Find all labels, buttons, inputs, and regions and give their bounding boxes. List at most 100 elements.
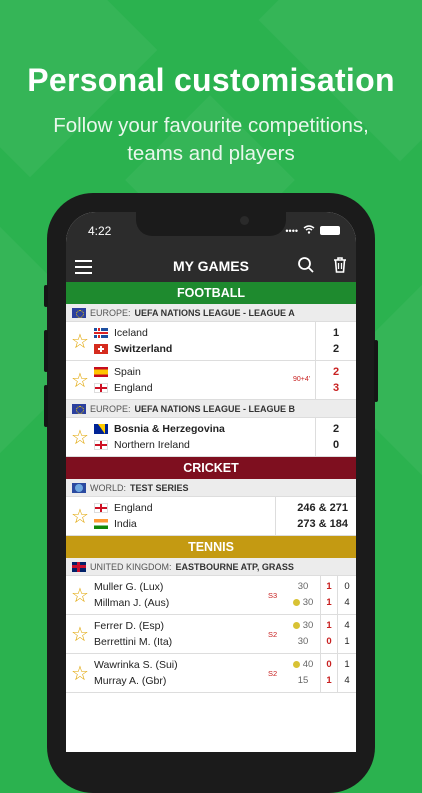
match-row[interactable]: ☆ Ferrer D. (Esp) Berrettini M. (Ita) S2… bbox=[66, 615, 356, 654]
star-icon[interactable]: ☆ bbox=[66, 322, 94, 360]
competition-region: WORLD: bbox=[90, 482, 126, 493]
switzerland-flag-icon bbox=[94, 344, 108, 354]
europe-flag-icon bbox=[72, 403, 86, 414]
current-set: S2 bbox=[268, 630, 278, 639]
team-away: England bbox=[94, 380, 315, 396]
points-value: 40 bbox=[302, 659, 314, 670]
points-1: 30 bbox=[286, 618, 320, 634]
competition-name: UEFA NATIONS LEAGUE - LEAGUE B bbox=[134, 403, 296, 414]
camera-icon bbox=[240, 216, 249, 225]
player-2: Millman J. (Aus) bbox=[94, 597, 170, 609]
match-row[interactable]: ☆ Iceland Switzerland 1 2 bbox=[66, 322, 356, 361]
serve-icon bbox=[292, 598, 300, 606]
subheadline: Follow your favourite competitions, team… bbox=[0, 112, 422, 168]
subheadline-line-1: Follow your favourite competitions, bbox=[53, 114, 369, 137]
phone-side-button bbox=[44, 285, 48, 307]
competition-header[interactable]: WORLD: TEST SERIES bbox=[66, 479, 356, 497]
match-row[interactable]: ☆ England India 246 & 271 273 & 184 bbox=[66, 497, 356, 536]
status-time: 4:22 bbox=[88, 224, 112, 238]
score-home: 2 bbox=[332, 423, 340, 435]
points-value: 30 bbox=[302, 597, 314, 608]
sets-2: 1 bbox=[326, 597, 332, 608]
signal-icon: •••• bbox=[285, 225, 298, 236]
team-home: Spain bbox=[94, 364, 315, 380]
match-row[interactable]: ☆ Bosnia & Herzegovina Northern Ireland … bbox=[66, 418, 356, 457]
subheadline-line-2: teams and players bbox=[127, 142, 295, 165]
star-icon[interactable]: ☆ bbox=[66, 418, 94, 456]
england-flag-icon bbox=[94, 383, 108, 393]
score-home: 1 bbox=[332, 327, 340, 339]
player-1: Wawrinka S. (Sui) bbox=[94, 659, 178, 671]
points-1: 40 bbox=[286, 657, 320, 673]
match-row[interactable]: ☆ Muller G. (Lux) Millman J. (Aus) S3 30… bbox=[66, 576, 356, 615]
india-flag-icon bbox=[94, 519, 108, 529]
competition-header[interactable]: EUROPE: UEFA NATIONS LEAGUE - LEAGUE B bbox=[66, 400, 356, 418]
team-home: England bbox=[94, 500, 275, 516]
star-icon[interactable]: ☆ bbox=[66, 576, 94, 614]
star-icon[interactable]: ☆ bbox=[66, 497, 94, 535]
points-2: 30 bbox=[297, 636, 309, 647]
team-away: India bbox=[94, 516, 275, 532]
sport-header-tennis[interactable]: TENNIS bbox=[66, 536, 356, 558]
games-1: 4 bbox=[344, 620, 350, 631]
score-home: 2 bbox=[332, 366, 340, 378]
match-row[interactable]: ☆ Spain England 90+4' 2 3 bbox=[66, 361, 356, 400]
europe-flag-icon bbox=[72, 307, 86, 318]
sets-1: 1 bbox=[326, 620, 332, 631]
score-home: 246 & 271 bbox=[297, 502, 348, 514]
status-icons: •••• bbox=[285, 225, 340, 236]
battery-icon bbox=[320, 226, 340, 235]
score-away: 2 bbox=[332, 343, 340, 355]
team-name: England bbox=[114, 502, 153, 514]
games-2: 1 bbox=[344, 636, 350, 647]
points-2: 30 bbox=[286, 595, 320, 611]
competition-header[interactable]: UNITED KINGDOM: EASTBOURNE ATP, GRASS bbox=[66, 558, 356, 576]
phone-notch bbox=[136, 212, 286, 236]
phone-side-button bbox=[374, 340, 378, 402]
games-1: 1 bbox=[344, 659, 350, 670]
sport-header-football[interactable]: FOOTBALL bbox=[66, 282, 356, 304]
team-name: Bosnia & Herzegovina bbox=[114, 423, 225, 435]
phone-screen: 4:22 •••• MY GAMES FOOTBALL EUROPE: UEFA… bbox=[66, 212, 356, 752]
points-value: 30 bbox=[302, 620, 314, 631]
team-name: Northern Ireland bbox=[114, 439, 190, 451]
competition-name: EASTBOURNE ATP, GRASS bbox=[175, 561, 294, 572]
serve-icon bbox=[292, 660, 300, 668]
competition-header[interactable]: EUROPE: UEFA NATIONS LEAGUE - LEAGUE A bbox=[66, 304, 356, 322]
score-away: 3 bbox=[332, 382, 340, 394]
competition-name: TEST SERIES bbox=[130, 482, 189, 493]
spain-flag-icon bbox=[94, 367, 108, 377]
sets-1: 0 bbox=[326, 659, 332, 670]
sport-header-cricket[interactable]: CRICKET bbox=[66, 457, 356, 479]
star-icon[interactable]: ☆ bbox=[66, 615, 94, 653]
phone-side-button bbox=[44, 330, 48, 372]
team-away: Switzerland bbox=[94, 341, 315, 357]
star-icon[interactable]: ☆ bbox=[66, 654, 94, 692]
match-row[interactable]: ☆ Wawrinka S. (Sui) Murray A. (Gbr) S2 4… bbox=[66, 654, 356, 693]
bosnia-flag-icon bbox=[94, 424, 108, 434]
search-icon[interactable] bbox=[297, 256, 315, 279]
current-set: S2 bbox=[268, 669, 278, 678]
serve-icon bbox=[292, 621, 300, 629]
uk-flag-icon bbox=[72, 561, 86, 572]
games-2: 4 bbox=[344, 597, 350, 608]
team-name: Iceland bbox=[114, 327, 148, 339]
team-name: Spain bbox=[114, 366, 141, 378]
status-bar: 4:22 •••• bbox=[66, 212, 356, 250]
games-2: 4 bbox=[344, 675, 350, 686]
team-home: Bosnia & Herzegovina bbox=[94, 421, 315, 437]
competition-name: UEFA NATIONS LEAGUE - LEAGUE A bbox=[134, 307, 295, 318]
points-2: 15 bbox=[297, 675, 309, 686]
competition-region: EUROPE: bbox=[90, 403, 131, 414]
player-2: Berrettini M. (Ita) bbox=[94, 636, 173, 648]
northern-ireland-flag-icon bbox=[94, 440, 108, 450]
world-flag-icon bbox=[72, 482, 86, 493]
sets-1: 1 bbox=[326, 581, 332, 592]
match-time: 90+4' bbox=[293, 376, 311, 383]
team-home: Iceland bbox=[94, 325, 315, 341]
star-icon[interactable]: ☆ bbox=[66, 361, 94, 399]
sets-2: 1 bbox=[326, 675, 332, 686]
player-2: Murray A. (Gbr) bbox=[94, 675, 167, 687]
trash-icon[interactable] bbox=[332, 256, 348, 279]
current-set: S3 bbox=[268, 591, 278, 600]
